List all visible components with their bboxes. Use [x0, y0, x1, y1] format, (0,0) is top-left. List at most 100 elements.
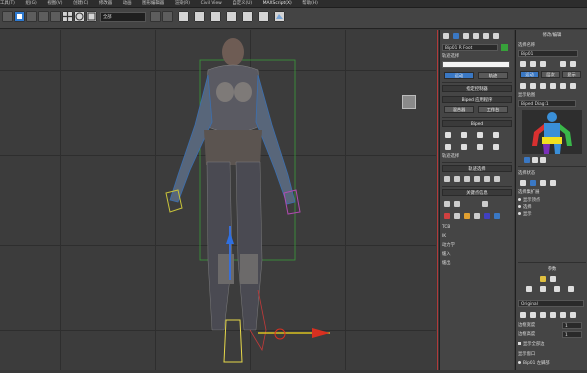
spin2-field[interactable]: 1 — [562, 331, 582, 338]
figure-mode-icon[interactable] — [445, 132, 451, 138]
weight-icon-6[interactable] — [570, 312, 576, 318]
scale-icon[interactable] — [86, 11, 97, 22]
ease-to-label[interactable]: 缓入 — [442, 251, 512, 258]
motion-tab-icon[interactable] — [473, 33, 479, 39]
trajectory-toggle-icon[interactable] — [494, 213, 500, 219]
assign-controller-rollout[interactable]: 指定控制器 — [442, 85, 512, 92]
key-info-rollout[interactable]: 关键点信息 — [442, 189, 512, 196]
delete-key-icon[interactable] — [454, 213, 460, 219]
save-file-icon[interactable] — [461, 144, 467, 150]
trajectory-tab-button[interactable]: 轨迹 — [478, 72, 508, 79]
set-sliding-key-icon[interactable] — [474, 213, 480, 219]
menu-help[interactable]: 帮助(H) — [302, 0, 318, 7]
next-key-icon[interactable] — [454, 201, 460, 207]
hide-icon[interactable] — [530, 83, 536, 89]
radio-show-vertices[interactable]: 显示顶点 — [518, 197, 586, 204]
make-unique-icon[interactable] — [540, 61, 546, 67]
xray-icon[interactable] — [570, 83, 576, 89]
object-color-swatch[interactable] — [501, 44, 508, 51]
tab-motion[interactable]: 运动 — [520, 71, 539, 78]
dynamics-label[interactable]: 动力学 — [442, 242, 512, 249]
load-collection-icon[interactable] — [568, 286, 574, 292]
track-selection-rollout[interactable]: 轨迹选择 — [442, 165, 512, 172]
ik-label[interactable]: IK — [442, 233, 512, 240]
window-crossing-icon[interactable] — [50, 11, 61, 22]
utilities-tab-icon[interactable] — [493, 33, 499, 39]
weight-icon-3[interactable] — [540, 312, 546, 318]
load-motion-icon[interactable] — [477, 144, 483, 150]
menu-tools[interactable]: 工具(T) — [0, 0, 15, 7]
check-show-edges[interactable]: 显示全部边 — [518, 341, 586, 348]
buffer-mode-icon[interactable] — [493, 144, 499, 150]
map-select-icon[interactable] — [524, 157, 530, 163]
motion-flow-icon[interactable] — [477, 132, 483, 138]
remove-modifier-icon[interactable] — [560, 61, 566, 67]
delete-collection-icon[interactable] — [554, 286, 560, 292]
paste-icon[interactable] — [526, 286, 532, 292]
select-object-icon[interactable] — [14, 11, 25, 22]
select-edge-icon[interactable] — [530, 180, 536, 186]
undo-icon[interactable] — [2, 11, 13, 22]
param-field[interactable]: Original — [518, 300, 584, 307]
open-file-icon[interactable] — [445, 144, 451, 150]
schematic-view-icon[interactable] — [210, 11, 221, 22]
set-key-icon[interactable] — [444, 213, 450, 219]
select-vertex-icon[interactable] — [520, 180, 526, 186]
track-field[interactable] — [442, 61, 510, 68]
show-end-result-icon[interactable] — [530, 61, 536, 67]
biped-apps-rollout[interactable]: Biped 应用程序 — [442, 96, 512, 103]
layer-manager-icon[interactable] — [178, 11, 189, 22]
body-rotation-icon[interactable] — [464, 176, 470, 182]
select-face-icon[interactable] — [540, 180, 546, 186]
render-setup-icon[interactable] — [242, 11, 253, 22]
selection-filter-dropdown[interactable]: 全部 — [100, 12, 146, 22]
workbench-button[interactable]: 工作台 — [478, 106, 508, 113]
render-icon[interactable] — [274, 11, 285, 22]
freeze-icon[interactable] — [540, 83, 546, 89]
mirror-icon[interactable] — [150, 11, 161, 22]
biped-body-map[interactable] — [522, 110, 582, 154]
tcb-label[interactable]: TCB — [442, 224, 512, 231]
modify-tab-icon[interactable] — [453, 33, 459, 39]
select-by-name-icon[interactable] — [26, 11, 37, 22]
opposite-icon[interactable] — [494, 176, 500, 182]
weight-icon-2[interactable] — [530, 312, 536, 318]
key-number-icon[interactable] — [482, 201, 488, 207]
motion-tab-button[interactable]: 运动 — [444, 72, 474, 79]
prev-key-icon[interactable] — [444, 201, 450, 207]
list-item[interactable]: Bip01 左脚部 — [518, 360, 586, 367]
menu-modifiers[interactable]: 修改器 — [99, 0, 112, 7]
copy-icon[interactable] — [550, 276, 556, 282]
mixer-button[interactable]: 混合器 — [444, 106, 474, 113]
create-tab-icon[interactable] — [443, 33, 449, 39]
mixer-mode-icon[interactable] — [493, 132, 499, 138]
menu-graph-editors[interactable]: 图形编辑器 — [142, 0, 164, 7]
material-editor-icon[interactable] — [226, 11, 237, 22]
body-horizontal-icon[interactable] — [444, 176, 450, 182]
map-fit-icon[interactable] — [540, 157, 546, 163]
show-icon[interactable] — [520, 83, 526, 89]
set-planted-key-icon[interactable] — [484, 213, 490, 219]
biped-rollout[interactable]: Biped — [442, 120, 512, 127]
keyframe-icon[interactable] — [540, 276, 546, 282]
object-name-field[interactable]: Bip01 R Foot — [442, 44, 498, 51]
lock-cob-icon[interactable] — [474, 176, 480, 182]
rotate-icon[interactable] — [74, 11, 85, 22]
configure-sets-icon[interactable] — [570, 61, 576, 67]
body-vertical-icon[interactable] — [454, 176, 460, 182]
tab-display[interactable]: 显示 — [562, 71, 581, 78]
menu-group[interactable]: 组(G) — [25, 0, 36, 7]
symmetrical-icon[interactable] — [484, 176, 490, 182]
weight-icon-4[interactable] — [550, 312, 556, 318]
region-select-icon[interactable] — [38, 11, 49, 22]
curve-editor-icon[interactable] — [194, 11, 205, 22]
tab-hierarchy[interactable]: 层次 — [541, 71, 560, 78]
menu-customize[interactable]: 自定义(U) — [232, 0, 252, 7]
radio-select[interactable]: 选择 — [518, 204, 586, 211]
weight-icon-5[interactable] — [560, 312, 566, 318]
set-free-key-icon[interactable] — [464, 213, 470, 219]
menu-views[interactable]: 视图(V) — [47, 0, 62, 7]
display-tab-icon[interactable] — [483, 33, 489, 39]
menu-create[interactable]: 创建(C) — [73, 0, 88, 7]
unfreeze-icon[interactable] — [550, 83, 556, 89]
